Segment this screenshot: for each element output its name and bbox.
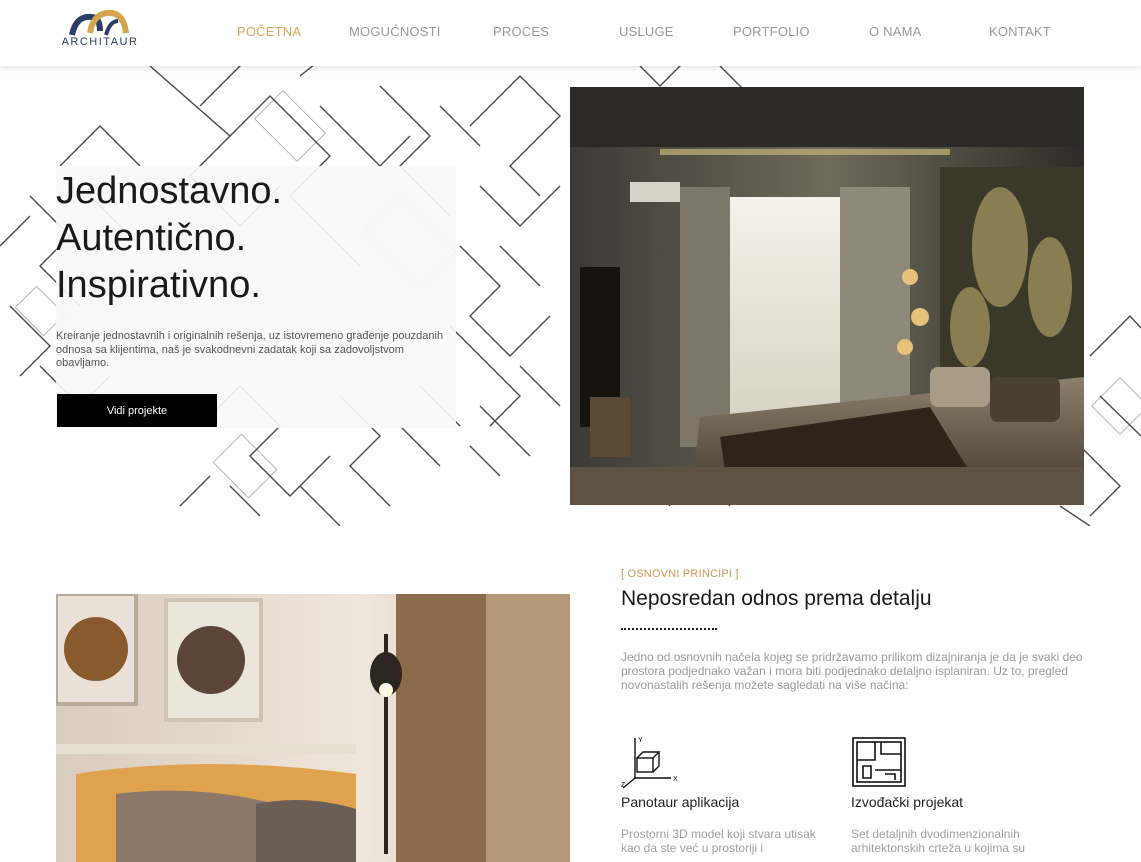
svg-text:X: X — [673, 776, 678, 783]
feature-text: Prostorni 3D model koji stvara utisak ka… — [621, 827, 816, 855]
hero-title: Jednostavno. Autentično. Inspirativno. — [56, 168, 476, 309]
logo-text: ARCHITAUR — [61, 36, 139, 48]
nav-item-pocetna[interactable]: POČETNA — [237, 24, 301, 39]
3d-axes-cube-icon: Y X Z — [621, 734, 831, 790]
nav-item-kontakt[interactable]: KONTAKT — [989, 24, 1051, 39]
title-divider — [621, 628, 717, 630]
floor-plan-icon — [851, 734, 1061, 790]
nav-item-o-nama[interactable]: O NAMA — [869, 24, 921, 39]
nav-item-portfolio[interactable]: PORTFOLIO — [733, 24, 810, 39]
section-title: Neposredan odnos prema detalju — [621, 587, 932, 610]
hero-description: Kreiranje jednostavnih i originalnih reš… — [56, 330, 444, 369]
svg-text:Z: Z — [621, 782, 626, 789]
section-kicker: [ OSNOVNI PRINCIPI ] — [621, 568, 739, 580]
section-description: Jedno od osnovnih načela kojeg se pridrž… — [621, 650, 1083, 692]
feature-title: Izvođački projekat — [851, 794, 964, 810]
hero-bedroom-image — [570, 87, 1084, 505]
feature-panotaur: Y X Z Panotaur aplikacija Prostorni 3D m… — [621, 734, 831, 855]
feature-title: Panotaur aplikacija — [621, 794, 740, 810]
svg-text:Y: Y — [638, 737, 643, 744]
logo-mark-icon — [69, 9, 129, 36]
living-room-image — [56, 594, 570, 862]
site-header: ARCHITAUR POČETNA MOGUĆNOSTI PROCES USLU… — [0, 0, 1141, 66]
feature-text: Set detaljnih dvodimenzionalnih arhitekt… — [851, 827, 1026, 855]
brand-logo[interactable]: ARCHITAUR — [58, 7, 142, 51]
hero-title-line: Jednostavno. — [56, 170, 283, 212]
hero-title-line: Inspirativno. — [56, 264, 261, 306]
view-projects-button[interactable]: Vidi projekte — [57, 394, 217, 427]
hero-title-line: Autentično. — [56, 217, 247, 259]
nav-item-usluge[interactable]: USLUGE — [619, 24, 674, 39]
nav-item-mogucnosti[interactable]: MOGUĆNOSTI — [349, 24, 441, 39]
feature-izvodjacki: Izvođački projekat Set detaljnih dvodime… — [851, 734, 1061, 855]
nav-item-proces[interactable]: PROCES — [493, 24, 549, 39]
